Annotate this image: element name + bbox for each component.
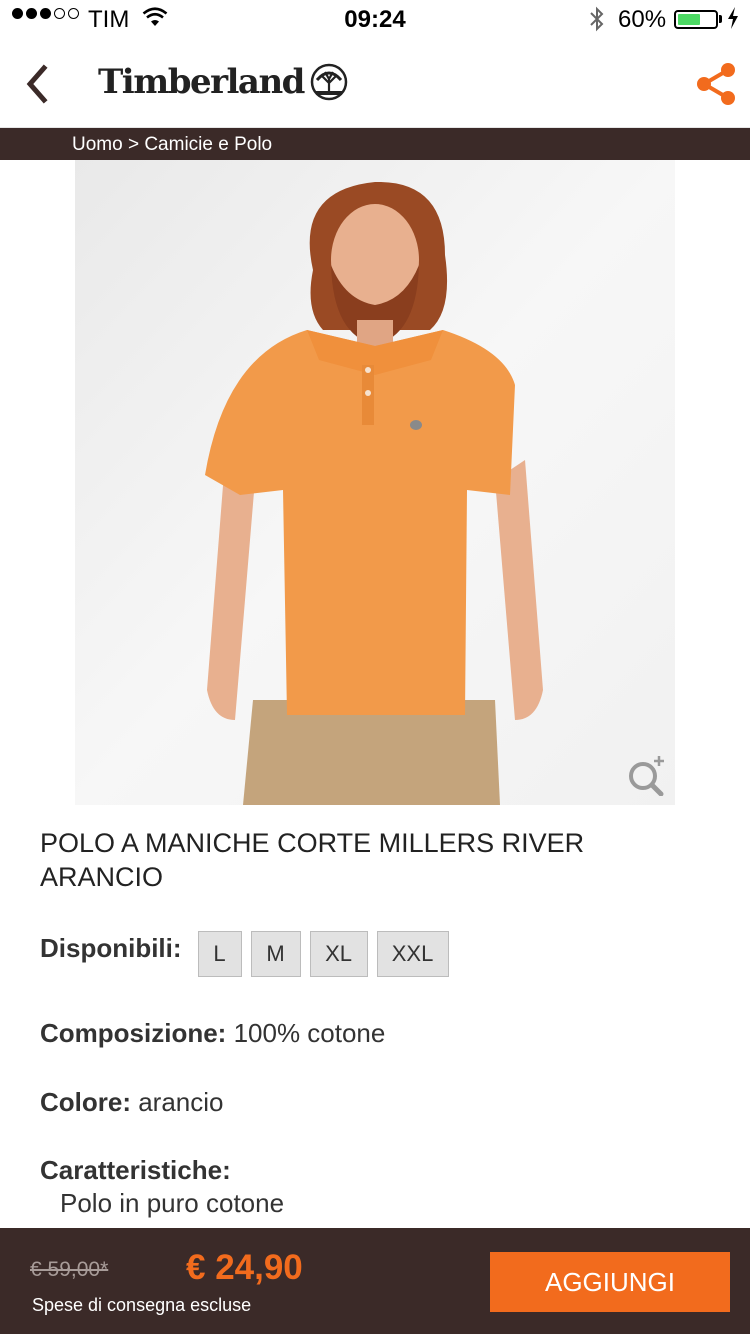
features-label: Caratteristiche: [40, 1155, 231, 1185]
brand-name: Timberland [98, 62, 305, 102]
purchase-bar: € 59,00* € 24,90 Spese di consegna esclu… [0, 1228, 750, 1334]
composition-value: 100% cotone [226, 1018, 386, 1048]
color-row: Colore: arancio [40, 1087, 224, 1118]
features-row: Caratteristiche: [40, 1155, 231, 1186]
available-sizes: Disponibili: L M XL XXL [40, 930, 458, 978]
features-item: Polo in puro cotone [60, 1188, 285, 1218]
tree-logo-icon [310, 63, 348, 101]
chevron-left-icon [26, 64, 48, 104]
zoom-in-icon[interactable] [625, 752, 669, 797]
breadcrumb[interactable]: Uomo > Camicie e Polo [0, 128, 750, 160]
add-to-cart-button[interactable]: AGGIUNGI [490, 1252, 730, 1312]
charging-bolt-icon [727, 6, 739, 36]
battery-percentage: 60% [618, 6, 667, 33]
back-button[interactable] [20, 62, 56, 106]
size-option-l[interactable]: L [197, 931, 242, 977]
composition-label: Composizione: [40, 1018, 227, 1048]
battery-icon [674, 10, 718, 29]
original-price: € 59,00* [30, 1258, 109, 1281]
composition-row: Composizione: 100% cotone [40, 1018, 385, 1049]
status-bar: TIM 09:24 60% [0, 0, 750, 40]
color-label: Colore: [40, 1087, 131, 1117]
share-button[interactable] [692, 60, 740, 108]
brand-logo: Timberland [98, 62, 348, 102]
size-option-xxl[interactable]: XXL [376, 931, 449, 977]
sale-price: € 24,90 [186, 1248, 303, 1287]
breadcrumb-text: Uomo > Camicie e Polo [72, 134, 273, 155]
bluetooth-icon [588, 6, 606, 39]
size-option-xl[interactable]: XL [309, 931, 368, 977]
share-icon [697, 63, 735, 105]
product-photo [75, 160, 675, 805]
shipping-note: Spese di consegna escluse [32, 1295, 252, 1315]
size-option-m[interactable]: M [250, 931, 301, 977]
color-value: arancio [131, 1087, 224, 1117]
sizes-label: Disponibili: [40, 932, 182, 963]
product-image[interactable] [75, 160, 675, 805]
app-header: Timberland [0, 40, 750, 128]
product-title: POLO A MANICHE CORTE MILLERS RIVER ARANC… [40, 828, 585, 892]
